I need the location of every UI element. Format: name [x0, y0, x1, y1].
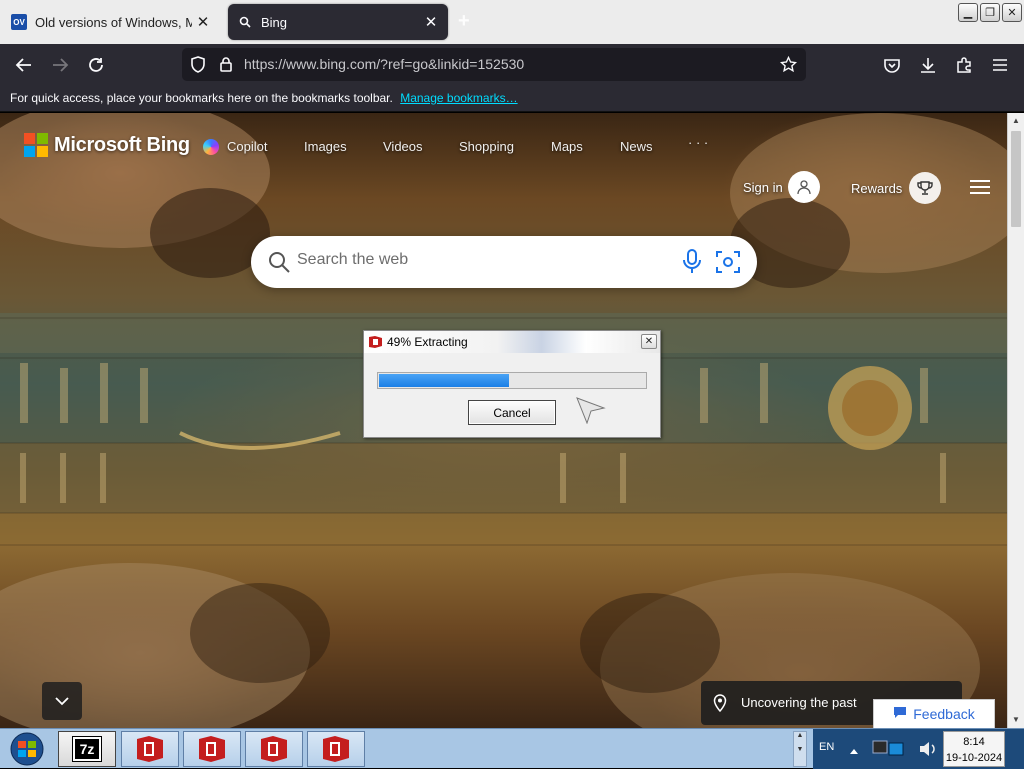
search-input[interactable] [297, 251, 657, 269]
search-icon [237, 14, 253, 30]
lock-icon[interactable] [219, 56, 233, 77]
nav-images[interactable]: Images [304, 139, 347, 154]
bing-logo-text: Microsoft Bing [54, 133, 190, 156]
back-arrow-icon[interactable] [13, 54, 35, 76]
winrar-icon [137, 736, 163, 762]
tab-title: Old versions of Windows, Mac [35, 14, 192, 30]
extracting-dialog: 49% Extracting ✕ Cancel [363, 330, 661, 438]
feedback-button[interactable]: Feedback [873, 699, 995, 728]
nav-news[interactable]: News [620, 139, 653, 154]
winrar-icon [368, 335, 383, 349]
dialog-close-button[interactable]: ✕ [641, 334, 657, 349]
close-window-button[interactable]: ✕ [1002, 3, 1022, 22]
taskbar-app-4[interactable] [307, 731, 365, 767]
network-icon[interactable] [871, 737, 909, 766]
dialog-title: 49% Extracting [387, 335, 468, 349]
taskbar-app-1[interactable] [121, 731, 179, 767]
window-controls: ▁ ❐ ✕ [958, 3, 1022, 22]
reload-icon[interactable] [85, 54, 107, 76]
nav-more[interactable]: · · · [688, 135, 708, 150]
clock[interactable]: 8:14 19-10-2024 [943, 731, 1005, 767]
tab-title: Bing [261, 14, 288, 30]
nav-copilot[interactable]: Copilot [227, 139, 267, 154]
mouse-cursor-icon [576, 396, 606, 429]
sign-in-link[interactable]: Sign in [743, 180, 783, 195]
microphone-icon[interactable] [682, 249, 702, 280]
minimize-button[interactable]: ▁ [958, 3, 978, 22]
microsoft-logo-icon [24, 133, 48, 157]
copilot-icon [203, 139, 219, 155]
bookmarks-hint: For quick access, place your bookmarks h… [10, 91, 393, 105]
menu-icon[interactable] [989, 54, 1011, 76]
clock-time: 8:14 [963, 736, 985, 748]
page-scrollbar[interactable]: ▲ ▼ [1007, 113, 1024, 728]
tab-bing[interactable]: Bing ✕ [228, 4, 448, 40]
bing-logo[interactable]: Microsoft Bing [24, 133, 190, 157]
extensions-icon[interactable] [953, 54, 975, 76]
url-text: https://www.bing.com/?ref=go&linkid=1525… [244, 56, 525, 72]
image-info-pill[interactable]: Uncovering the past [701, 681, 876, 725]
oldversion-favicon: OV [11, 14, 27, 30]
star-icon[interactable] [779, 55, 798, 78]
pocket-icon[interactable] [881, 54, 903, 76]
close-tab-icon[interactable]: ✕ [420, 13, 442, 31]
location-pin-icon [713, 694, 727, 715]
winrar-icon [261, 736, 287, 762]
visual-search-icon[interactable] [715, 249, 741, 280]
image-caption: Uncovering the past [741, 695, 857, 710]
downloads-icon[interactable] [917, 54, 939, 76]
taskbar-scroll[interactable]: ▲ ▼ [793, 731, 807, 767]
feedback-label: Feedback [913, 706, 975, 722]
manage-bookmarks-link[interactable]: Manage bookmarks… [400, 91, 517, 105]
scrollbar-thumb[interactable] [1011, 131, 1021, 227]
winrar-icon [199, 736, 225, 762]
language-indicator[interactable]: EN [819, 741, 834, 753]
cancel-button[interactable]: Cancel [468, 400, 556, 425]
navigation-toolbar: https://www.bing.com/?ref=go&linkid=1525… [0, 44, 1024, 86]
taskbar-7zip[interactable]: 7z [58, 731, 116, 767]
volume-icon[interactable] [918, 739, 940, 764]
taskbar: 7z ▲ ▼ EN 8:14 19-10-2024 [0, 728, 1024, 769]
close-tab-icon[interactable]: ✕ [192, 13, 214, 31]
nav-videos[interactable]: Videos [383, 139, 423, 154]
scroll-down-icon[interactable]: ▼ [1012, 715, 1020, 724]
tab-oldversions[interactable]: OV Old versions of Windows, Mac ✕ [2, 4, 220, 40]
new-tab-button[interactable]: + [458, 10, 470, 33]
progress-fill [379, 374, 509, 387]
rewards-link[interactable]: Rewards [851, 181, 902, 196]
dialog-titlebar: 49% Extracting ✕ [364, 331, 660, 353]
search-box [251, 236, 757, 288]
tray-arrow-icon[interactable] [849, 742, 859, 760]
taskbar-app-2[interactable] [183, 731, 241, 767]
shield-icon[interactable] [190, 56, 206, 78]
address-bar[interactable]: https://www.bing.com/?ref=go&linkid=1525… [182, 48, 806, 81]
restore-button[interactable]: ❐ [980, 3, 1000, 22]
hamburger-menu-icon[interactable] [970, 180, 990, 194]
trophy-icon[interactable] [909, 172, 941, 204]
user-avatar-icon[interactable] [788, 171, 820, 203]
start-button[interactable] [4, 731, 50, 767]
taskbar-app-3[interactable] [245, 731, 303, 767]
bookmarks-toolbar: For quick access, place your bookmarks h… [0, 86, 1024, 112]
nav-maps[interactable]: Maps [551, 139, 583, 154]
tab-strip: OV Old versions of Windows, Mac ✕ Bing ✕… [0, 0, 1024, 44]
7zip-icon: 7z [72, 736, 102, 762]
nav-shopping[interactable]: Shopping [459, 139, 514, 154]
clock-date: 19-10-2024 [945, 752, 1003, 764]
scroll-down-button[interactable] [42, 682, 82, 720]
scroll-up-icon[interactable]: ▲ [1012, 116, 1020, 125]
winrar-icon [323, 736, 349, 762]
progress-bar [377, 372, 647, 389]
search-icon [267, 250, 291, 279]
forward-arrow-icon[interactable] [49, 54, 71, 76]
feedback-icon [893, 706, 907, 722]
